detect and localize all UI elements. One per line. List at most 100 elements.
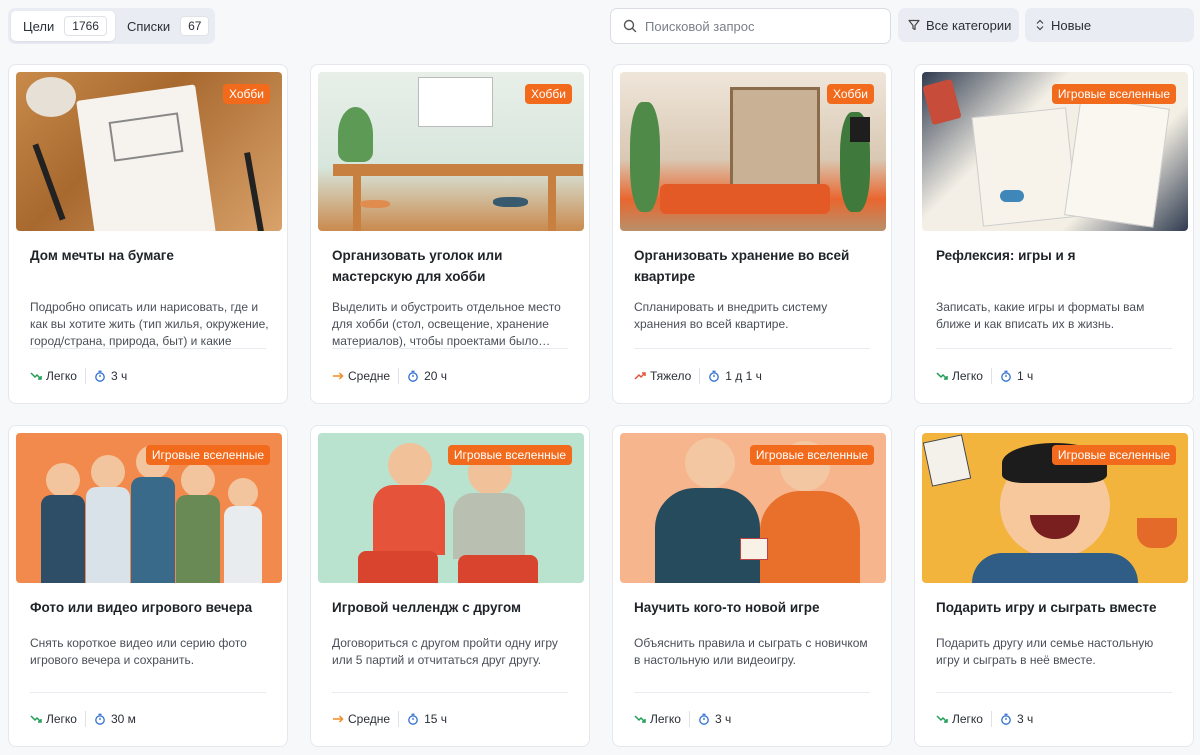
- card-description: Подарить другу или семье настольную игру…: [936, 636, 1154, 667]
- goal-card[interactable]: Игровые вселенные Подарить игру и сыграт…: [914, 425, 1194, 747]
- difficulty-level: Легко: [952, 712, 983, 726]
- stopwatch-icon: [407, 370, 419, 382]
- category-filter-button[interactable]: Все категории: [898, 8, 1019, 42]
- stopwatch-icon: [698, 713, 710, 725]
- goals-grid: Хобби Дом мечты на бумаге Подробно описа…: [8, 64, 1194, 747]
- sort-icon: [1035, 19, 1045, 31]
- search-input[interactable]: [645, 18, 875, 34]
- duration: 1 д 1 ч: [725, 369, 762, 383]
- arrow-right-icon: [332, 713, 344, 725]
- card-illustration: Игровые вселенные: [922, 433, 1188, 583]
- card-illustration: Игровые вселенные: [318, 433, 584, 583]
- category-badge: Игровые вселенные: [447, 445, 572, 465]
- card-title: Дом мечты на бумаге: [30, 248, 174, 263]
- card-description: Подробно описать или нарисовать, где и к…: [30, 300, 269, 348]
- card-title: Рефлексия: игры и я: [936, 248, 1076, 263]
- card-title: Фото или видео игрового вечера: [30, 600, 253, 615]
- card-divider: [936, 348, 1172, 349]
- duration: 30 м: [110, 712, 136, 726]
- card-illustration: Хобби: [620, 72, 886, 231]
- duration: 15 ч: [424, 712, 447, 726]
- card-title: Научить кого-то новой игре: [634, 600, 820, 615]
- tab-lists-count: 67: [180, 16, 210, 36]
- meta-separator: [398, 711, 400, 727]
- card-divider: [634, 692, 870, 693]
- meta-separator: [84, 368, 86, 384]
- goal-card[interactable]: Игровые вселенные Игровой челлендж с дру…: [310, 425, 590, 747]
- card-divider: [936, 692, 1172, 693]
- duration: 3 ч: [1016, 712, 1034, 726]
- stopwatch-icon: [1000, 370, 1012, 382]
- difficulty-level: Тяжело: [650, 369, 692, 383]
- trend-down-icon: [30, 713, 42, 725]
- card-title: Подарить игру и сыграть вместе: [936, 600, 1157, 615]
- difficulty-level: Средне: [348, 369, 391, 383]
- goal-card[interactable]: Игровые вселенные Рефлексия: игры и я За…: [914, 64, 1194, 404]
- sort-button[interactable]: Новые: [1025, 8, 1194, 42]
- goal-card[interactable]: Игровые вселенные Научить кого-то новой …: [612, 425, 892, 747]
- meta-separator: [688, 711, 690, 727]
- meta-separator: [398, 368, 400, 384]
- category-badge: Игровые вселенные: [1051, 445, 1176, 465]
- card-title: Организовать уголок или мастерскую для х…: [332, 248, 503, 284]
- card-description: Снять короткое видео или серию фото игро…: [30, 636, 247, 667]
- category-badge: Игровые вселенные: [749, 445, 874, 465]
- card-illustration: Игровые вселенные: [620, 433, 886, 583]
- category-badge: Хобби: [223, 84, 270, 104]
- search-box[interactable]: [610, 8, 891, 44]
- category-filter-label: Все категории: [926, 17, 1012, 33]
- card-meta: Легко 30 м: [30, 711, 136, 727]
- tab-lists[interactable]: Списки 67: [115, 11, 218, 41]
- meta-separator: [990, 711, 992, 727]
- card-illustration: Хобби: [318, 72, 584, 231]
- tab-lists-label: Списки: [126, 18, 171, 34]
- category-badge: Хобби: [827, 84, 874, 104]
- stopwatch-icon: [94, 370, 106, 382]
- view-switcher: Цели 1766 Списки 67: [8, 8, 215, 44]
- stopwatch-icon: [1000, 713, 1012, 725]
- card-divider: [30, 692, 266, 693]
- card-title: Игровой челлендж с другом: [332, 600, 522, 615]
- card-meta: Легко 3 ч: [634, 711, 731, 727]
- goal-card[interactable]: Игровые вселенные Фото или видео игровог…: [8, 425, 288, 747]
- arrow-right-icon: [332, 370, 344, 382]
- card-divider: [332, 692, 568, 693]
- search-icon: [623, 19, 637, 33]
- difficulty-level: Легко: [46, 369, 77, 383]
- stopwatch-icon: [708, 370, 720, 382]
- card-meta: Средне 20 ч: [332, 368, 447, 384]
- difficulty-level: Легко: [46, 712, 77, 726]
- duration: 1 ч: [1016, 369, 1034, 383]
- card-meta: Легко 1 ч: [936, 368, 1033, 384]
- goal-card[interactable]: Хобби Организовать хранение во всей квар…: [612, 64, 892, 404]
- duration: 3 ч: [110, 369, 128, 383]
- card-description: Договориться с другом пройти одну игру и…: [332, 636, 558, 667]
- trend-down-icon: [936, 370, 948, 382]
- difficulty-level: Средне: [348, 712, 391, 726]
- card-description: Записать, какие игры и форматы вам ближе…: [936, 300, 1145, 331]
- sort-label: Новые: [1051, 17, 1092, 33]
- goal-card[interactable]: Хобби Организовать уголок или мастерскую…: [310, 64, 590, 404]
- tab-goals-label: Цели: [23, 18, 55, 34]
- meta-separator: [699, 368, 701, 384]
- toolbar: Цели 1766 Списки 67 Все категории Новые: [0, 0, 1200, 60]
- filter-icon: [908, 19, 920, 31]
- meta-separator: [990, 368, 992, 384]
- goal-card[interactable]: Хобби Дом мечты на бумаге Подробно описа…: [8, 64, 288, 404]
- trend-down-icon: [30, 370, 42, 382]
- card-meta: Легко 3 ч: [936, 711, 1033, 727]
- card-title: Организовать хранение во всей квартире: [634, 248, 850, 284]
- tab-goals-count: 1766: [64, 16, 107, 36]
- trend-up-icon: [634, 370, 646, 382]
- card-meta: Легко 3 ч: [30, 368, 127, 384]
- stopwatch-icon: [94, 713, 106, 725]
- card-divider: [332, 348, 568, 349]
- difficulty-level: Легко: [952, 369, 983, 383]
- category-badge: Игровые вселенные: [145, 445, 270, 465]
- trend-down-icon: [634, 713, 646, 725]
- card-illustration: Хобби: [16, 72, 282, 231]
- duration: 3 ч: [714, 712, 732, 726]
- meta-separator: [84, 711, 86, 727]
- tab-goals[interactable]: Цели 1766: [11, 11, 115, 41]
- card-meta: Тяжело 1 д 1 ч: [634, 368, 762, 384]
